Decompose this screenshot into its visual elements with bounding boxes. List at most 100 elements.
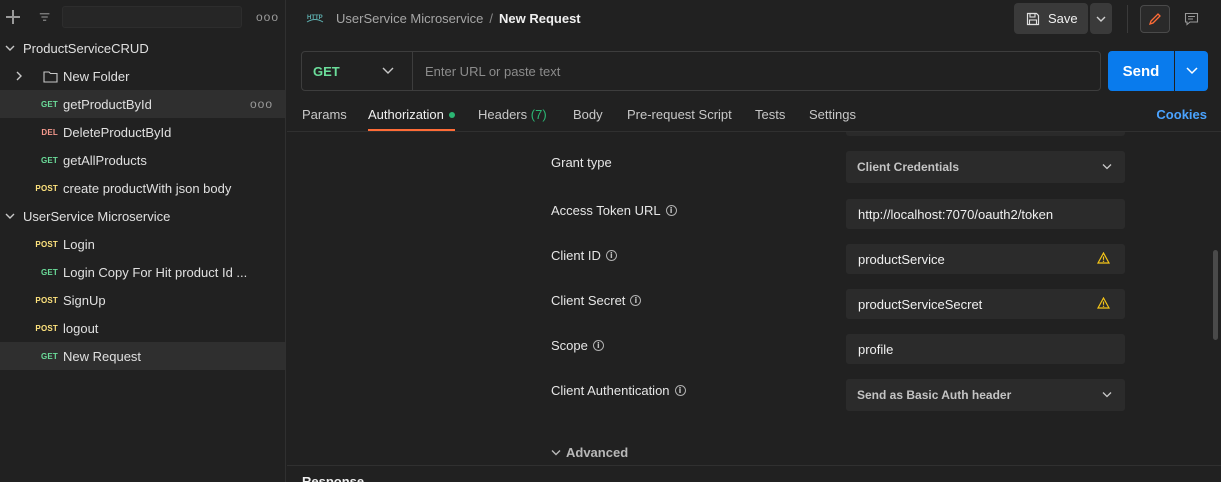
divider: [1127, 5, 1128, 33]
cookies-link[interactable]: Cookies: [1156, 107, 1207, 122]
request-signup[interactable]: POST SignUp: [0, 286, 285, 314]
warning-icon[interactable]: [1097, 297, 1110, 309]
scope-input[interactable]: profile: [846, 334, 1125, 364]
request-getproductbyid[interactable]: GET getProductById ooo: [0, 90, 285, 118]
save-icon: [1026, 12, 1040, 25]
chevron-down-icon: [551, 449, 561, 455]
method-badge: GET: [40, 267, 58, 277]
tab-authorization[interactable]: Authorization: [368, 107, 455, 122]
request-label: New Request: [63, 348, 142, 364]
request-login[interactable]: POST Login: [0, 230, 285, 258]
field-label: Access Token URL: [551, 203, 661, 218]
method-badge: POST: [35, 323, 58, 333]
breadcrumb-collection[interactable]: UserService Microservice: [336, 11, 483, 26]
client-secret-input[interactable]: productServiceSecret: [846, 289, 1125, 319]
filter-icon[interactable]: [39, 11, 50, 23]
folder-new-folder[interactable]: New Folder: [0, 62, 285, 90]
url-bar: GET: [301, 51, 1101, 91]
send-options-button[interactable]: [1175, 51, 1208, 91]
tab-settings[interactable]: Settings: [809, 107, 856, 122]
sidebar-search-input[interactable]: [62, 5, 242, 28]
collection-productservicecrud[interactable]: ProductServiceCRUD: [0, 34, 285, 62]
pencil-icon: [1148, 13, 1161, 26]
tab-pre-request-script[interactable]: Pre-request Script: [627, 107, 732, 122]
url-input[interactable]: [413, 52, 1100, 90]
warning-icon[interactable]: [1097, 252, 1110, 264]
save-button[interactable]: Save: [1014, 3, 1088, 34]
info-icon[interactable]: i: [674, 385, 686, 396]
client-authentication-value: Send as Basic Auth header: [857, 388, 1012, 402]
method-badge: POST: [35, 183, 58, 193]
edit-button[interactable]: [1140, 5, 1170, 33]
request-label: create productWith json body: [63, 180, 232, 196]
request-create-product[interactable]: POST create productWith json body: [0, 174, 285, 202]
sidebar: ooo ProductServiceCRUD New Folder GET ge…: [0, 0, 286, 482]
response-title: Response: [302, 474, 365, 482]
chevron-down-icon: [1185, 67, 1198, 75]
method-badge: DEL: [41, 127, 58, 137]
method-badge: POST: [35, 295, 58, 305]
request-label: SignUp: [63, 292, 106, 308]
request-deleteproductbyid[interactable]: DEL DeleteProductById: [0, 118, 285, 146]
chevron-down-icon: [1102, 164, 1112, 170]
chevron-right-icon[interactable]: [14, 71, 24, 81]
field-label: Client Secret: [551, 293, 626, 308]
collection-label: ProductServiceCRUD: [23, 40, 149, 56]
request-login-copy[interactable]: GET Login Copy For Hit product Id ...: [0, 258, 285, 286]
client-id-input[interactable]: productService: [846, 244, 1125, 274]
comments-button[interactable]: [1176, 5, 1206, 33]
collection-userservice[interactable]: UserService Microservice: [0, 202, 285, 230]
headers-count: (7): [530, 107, 547, 122]
request-label: Login Copy For Hit product Id ...: [63, 264, 248, 280]
method-badge: POST: [35, 239, 58, 249]
response-pane[interactable]: Response: [287, 465, 1221, 482]
request-label: DeleteProductById: [63, 124, 172, 140]
request-label: getProductById: [63, 96, 152, 112]
method-select[interactable]: GET: [302, 52, 413, 90]
info-icon[interactable]: i: [605, 250, 617, 261]
tab-label: Authorization: [368, 107, 444, 122]
folder-label: New Folder: [63, 68, 130, 84]
scrollbar[interactable]: [1213, 250, 1218, 340]
request-title[interactable]: New Request: [499, 11, 581, 26]
request-more-icon[interactable]: ooo: [250, 97, 273, 111]
tab-label: Headers: [478, 107, 528, 122]
chevron-down-icon: [1096, 16, 1106, 22]
tab-params[interactable]: Params: [302, 107, 347, 122]
scope-label: Scope i: [551, 338, 604, 353]
add-icon[interactable]: [6, 9, 21, 24]
access-token-url-input[interactable]: http://localhost:7070/oauth2/token: [846, 199, 1125, 229]
authorization-form: Grant type Client Credentials Access Tok…: [287, 132, 1221, 465]
advanced-toggle[interactable]: Advanced: [551, 445, 628, 460]
client-id-label: Client ID i: [551, 248, 617, 263]
save-options-button[interactable]: [1090, 3, 1112, 34]
field-label: Client Authentication: [551, 383, 670, 398]
field-value: productService: [858, 251, 945, 267]
field-label: Client ID: [551, 248, 601, 263]
client-authentication-label: Client Authentication i: [551, 383, 686, 398]
save-label: Save: [1048, 11, 1078, 26]
previous-field: [846, 132, 1125, 136]
info-icon[interactable]: i: [592, 340, 604, 351]
chevron-down-icon[interactable]: [5, 211, 15, 221]
send-button[interactable]: Send: [1108, 51, 1174, 91]
request-getallproducts[interactable]: GET getAllProducts: [0, 146, 285, 174]
field-value: profile: [858, 341, 894, 357]
chevron-down-icon[interactable]: [5, 43, 15, 53]
tab-tests[interactable]: Tests: [755, 107, 785, 122]
info-icon[interactable]: i: [665, 205, 677, 216]
tab-body[interactable]: Body: [573, 107, 603, 122]
sidebar-more-icon[interactable]: ooo: [256, 10, 279, 24]
request-new-request[interactable]: GET New Request: [0, 342, 285, 370]
grant-type-value: Client Credentials: [857, 160, 960, 174]
info-icon[interactable]: i: [630, 295, 642, 306]
request-logout[interactable]: POST logout: [0, 314, 285, 342]
field-label: Grant type: [551, 155, 612, 170]
collection-label: UserService Microservice: [23, 208, 171, 224]
access-token-url-label: Access Token URL i: [551, 203, 677, 218]
grant-type-select[interactable]: Client Credentials: [846, 151, 1125, 183]
tab-headers[interactable]: Headers (7): [478, 107, 547, 122]
client-authentication-select[interactable]: Send as Basic Auth header: [846, 379, 1125, 411]
field-value: productServiceSecret: [858, 296, 983, 312]
field-value: http://localhost:7070/oauth2/token: [858, 206, 1054, 222]
